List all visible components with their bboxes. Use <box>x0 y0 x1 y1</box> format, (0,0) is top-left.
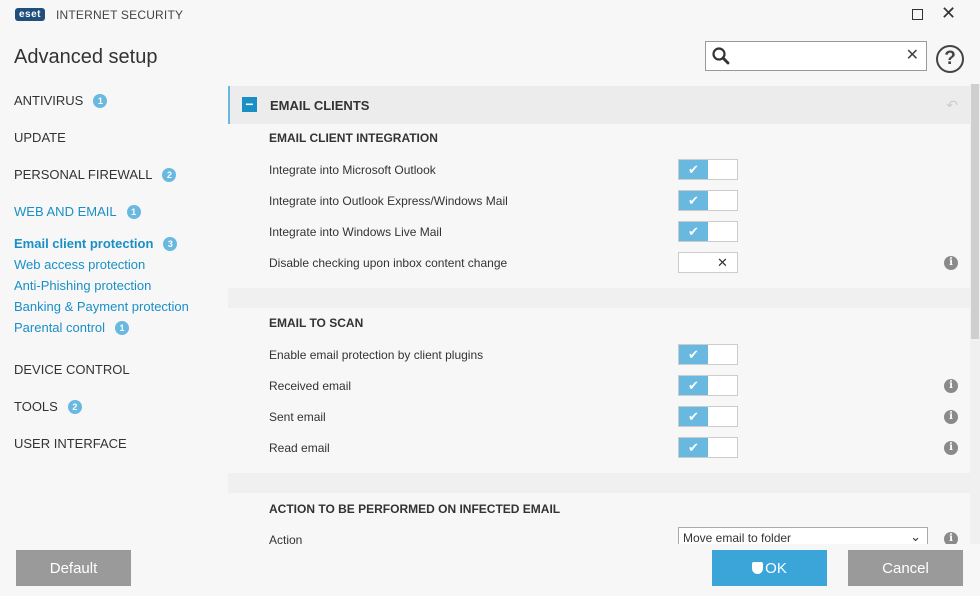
toggle-integrate-outlook[interactable]: ✔ <box>678 159 738 180</box>
toggle-client-plugins[interactable]: ✔ <box>678 344 738 365</box>
sidebar-item-device-control[interactable]: DEVICE CONTROL <box>14 362 130 377</box>
info-icon[interactable]: i <box>944 532 958 544</box>
toggle-received-email[interactable]: ✔ <box>678 375 738 396</box>
setting-label: Received email <box>269 379 352 393</box>
check-icon: ✔ <box>679 438 708 457</box>
check-icon: ✔ <box>679 345 708 364</box>
info-icon[interactable]: i <box>944 379 958 393</box>
toggle-disable-inbox-checking[interactable]: ✕ <box>678 252 738 273</box>
setting-label: Integrate into Windows Live Mail <box>269 225 442 239</box>
count-badge: 1 <box>115 321 130 335</box>
sidebar-item-parental-control[interactable]: Parental control 1 <box>14 320 130 335</box>
section-title: EMAIL CLIENTS <box>270 98 370 113</box>
info-icon[interactable]: i <box>944 256 958 270</box>
search-box[interactable]: ✕ <box>705 41 927 71</box>
action-select[interactable]: Move email to folder ⌄ <box>678 527 928 544</box>
close-icon[interactable]: ✕ <box>941 3 956 23</box>
count-badge: 3 <box>163 237 178 251</box>
check-icon: ✔ <box>679 191 708 210</box>
check-icon: ✔ <box>679 376 708 395</box>
sidebar-item-web-and-email[interactable]: WEB AND EMAIL 1 <box>14 204 141 219</box>
scrollbar[interactable] <box>970 84 980 544</box>
toggle-sent-email[interactable]: ✔ <box>678 406 738 427</box>
search-icon <box>712 47 730 65</box>
sidebar-item-anti-phishing-protection[interactable]: Anti-Phishing protection <box>14 278 151 293</box>
search-input[interactable] <box>734 46 894 66</box>
sidebar-item-user-interface[interactable]: USER INTERFACE <box>14 436 127 451</box>
toggle-read-email[interactable]: ✔ <box>678 437 738 458</box>
group-divider <box>228 288 970 308</box>
cancel-button[interactable]: Cancel <box>848 550 963 586</box>
toggle-integrate-windows-live-mail[interactable]: ✔ <box>678 221 738 242</box>
setting-label: Enable email protection by client plugin… <box>269 348 484 362</box>
select-value: Move email to folder <box>683 531 792 544</box>
ok-button[interactable]: OK <box>712 550 827 586</box>
count-badge: 2 <box>162 168 177 182</box>
group-title: ACTION TO BE PERFORMED ON INFECTED EMAIL <box>269 502 561 516</box>
cross-icon: ✕ <box>708 253 737 272</box>
page-title: Advanced setup <box>14 46 158 68</box>
clear-search-icon[interactable]: ✕ <box>906 47 919 65</box>
check-icon: ✔ <box>679 407 708 426</box>
group-title: EMAIL TO SCAN <box>269 316 364 330</box>
info-icon[interactable]: i <box>944 410 958 424</box>
setting-label: Sent email <box>269 410 326 424</box>
count-badge: 1 <box>126 205 141 219</box>
check-icon: ✔ <box>679 222 708 241</box>
sidebar-item-tools[interactable]: TOOLS 2 <box>14 399 82 414</box>
sidebar-item-update[interactable]: UPDATE <box>14 130 66 145</box>
setting-label: Action <box>269 533 303 544</box>
sidebar-item-banking-payment-protection[interactable]: Banking & Payment protection <box>14 299 189 314</box>
sidebar-item-antivirus[interactable]: ANTIVIRUS 1 <box>14 93 108 108</box>
settings-panel: − EMAIL CLIENTS ↶ EMAIL CLIENT INTEGRATI… <box>228 84 970 544</box>
collapse-icon[interactable]: − <box>242 97 257 112</box>
maximize-icon[interactable] <box>912 9 923 20</box>
scrollbar-thumb[interactable] <box>971 84 979 339</box>
group-divider <box>228 473 970 493</box>
product-name: INTERNET SECURITY <box>56 8 184 22</box>
info-icon[interactable]: i <box>944 441 958 455</box>
eset-logo: eset <box>15 8 46 21</box>
toggle-integrate-outlook-express[interactable]: ✔ <box>678 190 738 211</box>
footer: Default OK Cancel <box>0 544 980 596</box>
count-badge: 1 <box>93 94 108 108</box>
sidebar-item-web-access-protection[interactable]: Web access protection <box>14 257 145 272</box>
help-icon[interactable]: ? <box>936 45 964 73</box>
revert-icon[interactable]: ↶ <box>946 97 958 114</box>
check-icon: ✔ <box>679 160 708 179</box>
title-bar: eset INTERNET SECURITY ✕ <box>0 0 980 30</box>
sidebar-item-personal-firewall[interactable]: PERSONAL FIREWALL 2 <box>14 167 177 182</box>
setting-label: Integrate into Microsoft Outlook <box>269 163 436 177</box>
chevron-down-icon: ⌄ <box>910 529 921 544</box>
sidebar: ANTIVIRUS 1 UPDATE PERSONAL FIREWALL 2 WEB… <box>0 84 228 544</box>
setting-label: Read email <box>269 441 330 455</box>
count-badge: 2 <box>67 400 82 414</box>
sidebar-item-email-client-protection[interactable]: Email client protection 3 <box>14 236 178 251</box>
setting-label: Integrate into Outlook Express/Windows M… <box>269 194 508 208</box>
shield-icon <box>752 562 764 574</box>
default-button[interactable]: Default <box>16 550 131 586</box>
setting-label: Disable checking upon inbox content chan… <box>269 256 508 270</box>
section-header[interactable]: − EMAIL CLIENTS ↶ <box>228 86 970 124</box>
group-title: EMAIL CLIENT INTEGRATION <box>269 131 438 145</box>
